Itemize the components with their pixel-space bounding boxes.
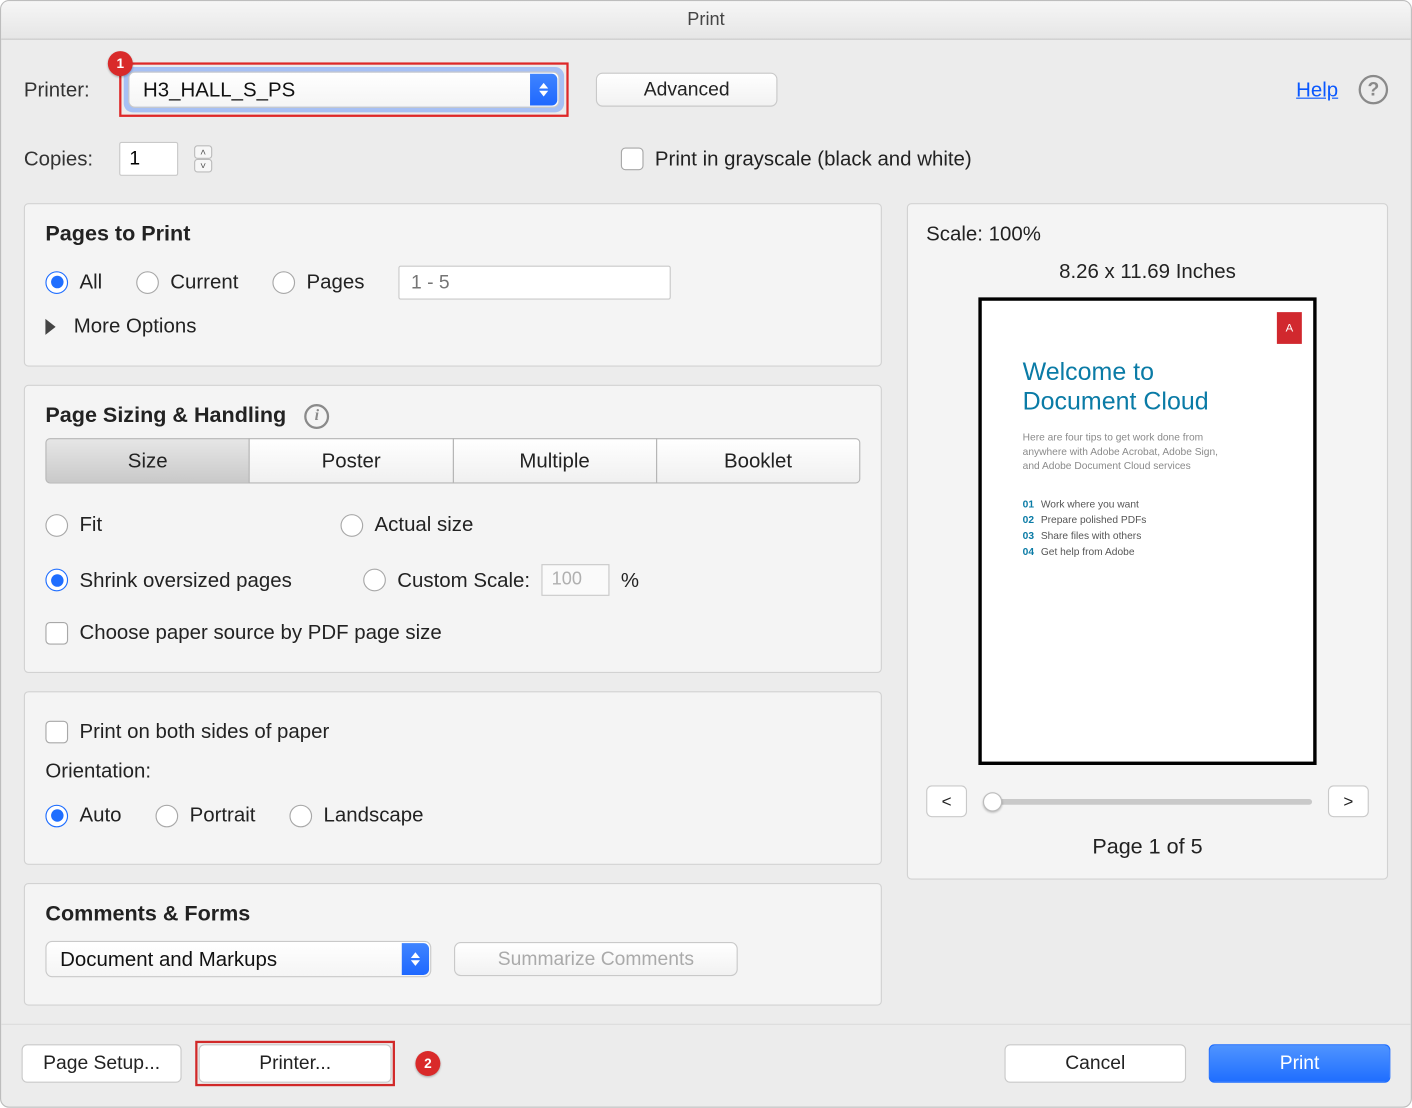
custom-scale-label: Custom Scale: [397, 568, 530, 592]
grayscale-checkbox[interactable] [621, 148, 644, 171]
orientation-auto-label: Auto [79, 804, 121, 828]
chevron-down-icon[interactable]: ˅ [194, 159, 212, 173]
preview-list-item: 01Work where you want [1023, 498, 1291, 509]
pages-current-label: Current [170, 270, 238, 294]
annotation-badge-2: 2 [415, 1051, 440, 1076]
comments-forms-value: Document and Markups [60, 947, 277, 971]
both-sides-label: Print on both sides of paper [79, 720, 329, 744]
cancel-button-label: Cancel [1065, 1052, 1125, 1075]
orientation-landscape-radio[interactable] [289, 804, 312, 827]
printer-button[interactable]: Printer... [199, 1044, 392, 1083]
orientation-landscape-label: Landscape [324, 804, 424, 828]
actual-size-radio[interactable] [341, 514, 364, 537]
tab-size[interactable]: Size [45, 438, 250, 483]
pages-range-input[interactable] [398, 265, 670, 299]
duplex-panel: Print on both sides of paper Orientation… [24, 691, 882, 865]
pages-range-radio[interactable] [272, 271, 295, 294]
printer-button-label: Printer... [259, 1052, 331, 1075]
page-sizing-heading: Page Sizing & Handling [45, 404, 286, 429]
chevron-up-icon[interactable]: ˄ [194, 145, 212, 159]
orientation-portrait-radio[interactable] [156, 804, 179, 827]
adobe-logo-icon: A [1277, 312, 1302, 344]
custom-scale-input[interactable] [541, 564, 609, 596]
annotation-badge-1: 1 [108, 51, 133, 76]
print-button-label: Print [1280, 1052, 1320, 1075]
scale-label: Scale: 100% [926, 222, 1369, 246]
fit-radio[interactable] [45, 514, 68, 537]
printer-select[interactable]: H3_HALL_S_PS [128, 72, 559, 108]
tab-multiple[interactable]: Multiple [452, 438, 657, 483]
chevrons-icon [530, 74, 557, 106]
cancel-button[interactable]: Cancel [1004, 1044, 1186, 1083]
actual-size-label: Actual size [375, 513, 474, 537]
printer-label: Printer: [24, 78, 108, 102]
comments-forms-heading: Comments & Forms [45, 902, 860, 927]
help-link[interactable]: Help [1296, 78, 1338, 102]
preview-page-slider[interactable] [983, 798, 1312, 804]
preview-list-item: 03Share files with others [1023, 530, 1291, 541]
slider-knob-icon[interactable] [983, 792, 1002, 811]
preview-subtitle: Here are four tips to get work done from… [1023, 430, 1227, 473]
annotation-box-1: 1 H3_HALL_S_PS [119, 62, 568, 116]
pages-current-radio[interactable] [136, 271, 159, 294]
tab-booklet[interactable]: Booklet [656, 438, 861, 483]
help-icon[interactable]: ? [1359, 75, 1389, 105]
sizing-segmented-control: Size Poster Multiple Booklet [45, 438, 860, 483]
more-options-toggle[interactable]: More Options [74, 314, 197, 338]
percent-label: % [621, 568, 639, 592]
preview-title-line1: Welcome to [1023, 358, 1154, 386]
printer-select-value: H3_HALL_S_PS [143, 78, 295, 102]
pages-all-label: All [79, 270, 102, 294]
preview-panel: Scale: 100% 8.26 x 11.69 Inches A Welcom… [907, 203, 1388, 879]
summarize-comments-button[interactable]: Summarize Comments [454, 942, 738, 976]
comments-forms-panel: Comments & Forms Document and Markups Su… [24, 883, 882, 1006]
grayscale-label: Print in grayscale (black and white) [655, 147, 972, 171]
pages-to-print-heading: Pages to Print [45, 222, 860, 247]
pages-range-label: Pages [307, 270, 365, 294]
preview-list-item: 04Get help from Adobe [1023, 546, 1291, 557]
orientation-portrait-label: Portrait [190, 804, 256, 828]
preview-list-item: 02Prepare polished PDFs [1023, 514, 1291, 525]
print-dialog: Print Printer: 1 H3_HALL_S_PS Advanced H… [0, 0, 1412, 1108]
choose-paper-source-label: Choose paper source by PDF page size [79, 621, 441, 645]
annotation-box-2: Printer... [195, 1041, 395, 1086]
pages-all-radio[interactable] [45, 271, 68, 294]
page-setup-label: Page Setup... [43, 1052, 160, 1075]
info-icon[interactable]: i [304, 404, 329, 429]
copies-label: Copies: [24, 147, 108, 171]
both-sides-checkbox[interactable] [45, 720, 68, 743]
copies-stepper[interactable]: ˄ ˅ [194, 145, 212, 172]
preview-prev-button[interactable]: < [926, 785, 967, 817]
page-setup-button[interactable]: Page Setup... [22, 1044, 182, 1083]
advanced-button-label: Advanced [644, 78, 730, 101]
orientation-auto-radio[interactable] [45, 804, 68, 827]
shrink-radio[interactable] [45, 569, 68, 592]
pages-to-print-panel: Pages to Print All Current Pages [24, 203, 882, 366]
advanced-button[interactable]: Advanced [596, 73, 778, 107]
preview-title-line2: Document Cloud [1023, 387, 1209, 415]
custom-scale-radio[interactable] [363, 569, 386, 592]
dimensions-label: 8.26 x 11.69 Inches [926, 260, 1369, 284]
comments-forms-select[interactable]: Document and Markups [45, 941, 431, 977]
fit-label: Fit [79, 513, 102, 537]
window-title: Print [1, 1, 1411, 40]
tab-poster[interactable]: Poster [249, 438, 454, 483]
orientation-label: Orientation: [45, 759, 860, 783]
copies-input[interactable] [119, 142, 178, 176]
chevrons-icon [402, 943, 429, 975]
print-button[interactable]: Print [1209, 1044, 1391, 1083]
summarize-comments-label: Summarize Comments [498, 948, 694, 971]
page-preview: A Welcome to Document Cloud Here are fou… [978, 297, 1316, 765]
preview-next-button[interactable]: > [1328, 785, 1369, 817]
disclosure-triangle-icon[interactable] [45, 318, 55, 334]
page-sizing-panel: Page Sizing & Handling i Size Poster Mul… [24, 385, 882, 673]
choose-paper-source-checkbox[interactable] [45, 621, 68, 644]
page-indicator: Page 1 of 5 [926, 835, 1369, 860]
shrink-label: Shrink oversized pages [79, 568, 291, 592]
